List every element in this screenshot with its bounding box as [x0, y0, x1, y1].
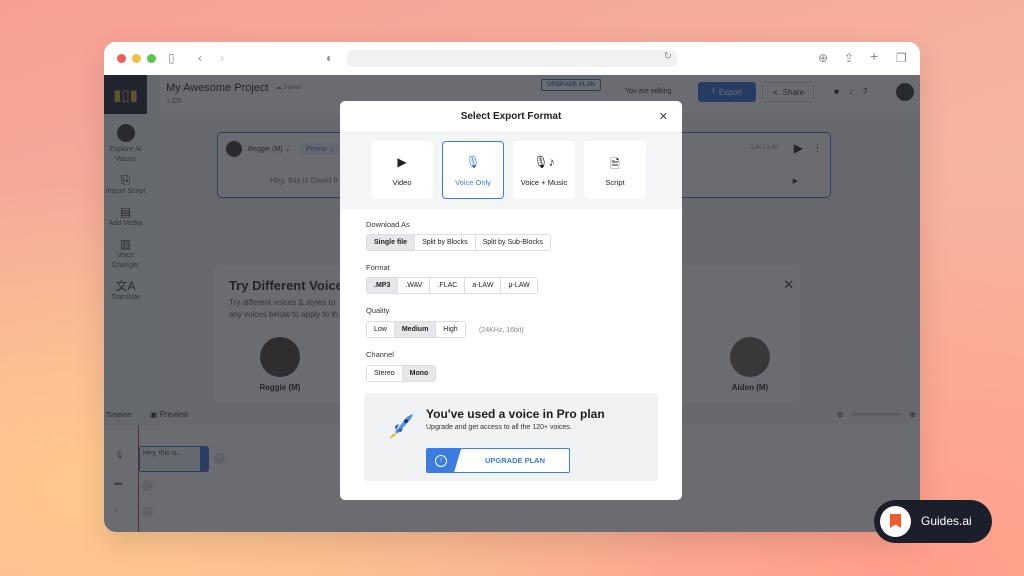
option-single-file[interactable]: Single file	[367, 235, 416, 250]
guides-watermark: Guides.ai	[874, 486, 992, 543]
download-as-selector: Single file Split by Blocks Split by Sub…	[366, 234, 551, 251]
upgrade-plan-label: UPGRADE PLAN	[484, 456, 545, 465]
privacy-icon[interactable]: ◐	[326, 51, 333, 65]
option-high[interactable]: High	[436, 322, 464, 337]
video-icon: ▶	[397, 155, 407, 169]
option-alaw[interactable]: a-LAW	[465, 278, 502, 293]
promo-subtitle: Upgrade and get access to all the 120+ v…	[426, 424, 572, 431]
option-low[interactable]: Low	[367, 322, 395, 337]
format-tiles: ▶ Video 🎙︎ Voice Only 🎙︎♪ Voice + Music …	[340, 131, 682, 209]
promo-title: You've used a voice in Pro plan	[426, 407, 605, 421]
format-selector: .MP3 .WAV .FLAC a-LAW μ-LAW	[366, 277, 538, 294]
modal-title: Select Export Format	[460, 111, 562, 122]
voice-music-icon: 🎙︎♪	[533, 155, 555, 169]
channel-selector: Stereo Mono	[366, 365, 437, 382]
close-window-button[interactable]	[117, 54, 126, 63]
url-bar[interactable]: ↻	[347, 50, 677, 67]
sidebar-icon[interactable]: ▯	[168, 51, 175, 65]
format-tile-voice-music[interactable]: 🎙︎♪ Voice + Music	[513, 141, 575, 199]
option-mono[interactable]: Mono	[402, 366, 436, 381]
format-label: Video	[392, 178, 412, 187]
option-split-blocks[interactable]: Split by Blocks	[415, 235, 476, 250]
reload-icon[interactable]: ↻	[664, 51, 672, 62]
new-tab-icon[interactable]: +	[870, 49, 878, 63]
option-mp3[interactable]: .MP3	[367, 278, 399, 293]
quality-selector: Low Medium High	[366, 321, 466, 338]
script-icon: 🗎	[610, 157, 620, 171]
format-label: Format	[366, 263, 390, 272]
browser-window: ▯ ‹ › ◐ ↻ ⊕ ⇪ + ❐ ▮▯▮ Explore AI Voices …	[104, 42, 920, 532]
format-tile-voice-only[interactable]: 🎙︎ Voice Only	[442, 141, 504, 199]
guides-text: Guides.ai	[921, 514, 972, 528]
maximize-window-button[interactable]	[147, 54, 156, 63]
mic-icon: 🎙︎	[465, 155, 481, 169]
minimize-window-button[interactable]	[132, 54, 141, 63]
upgrade-promo: You've used a voice in Pro plan Upgrade …	[364, 393, 658, 481]
format-label: Voice Only	[455, 178, 491, 187]
format-tile-video[interactable]: ▶ Video	[371, 141, 433, 199]
option-flac[interactable]: .FLAC	[430, 278, 466, 293]
format-label: Script	[605, 178, 625, 187]
arrow-up-icon: ↑	[435, 455, 447, 467]
forward-icon[interactable]: ›	[220, 51, 224, 65]
option-split-sub-blocks[interactable]: Split by Sub-Blocks	[476, 235, 550, 250]
window-controls	[117, 54, 156, 63]
close-icon[interactable]: ✕	[659, 110, 668, 123]
tabs-icon[interactable]: ❐	[896, 51, 907, 65]
quality-label: Quality	[366, 306, 390, 315]
rocket-icon	[389, 414, 413, 439]
option-wav[interactable]: .WAV	[398, 278, 431, 293]
option-medium[interactable]: Medium	[394, 322, 437, 337]
option-stereo[interactable]: Stereo	[367, 366, 403, 381]
upgrade-plan-button[interactable]: ↑ UPGRADE PLAN	[426, 448, 570, 473]
download-as-label: Download As	[366, 220, 410, 229]
browser-toolbar: ▯ ‹ › ◐ ↻ ⊕ ⇪ + ❐	[104, 42, 920, 75]
export-format-modal: Select Export Format ✕ ▶ Video 🎙︎ Voice …	[340, 101, 682, 500]
format-label: Voice + Music	[520, 178, 568, 187]
back-icon[interactable]: ‹	[198, 51, 202, 65]
bookmark-icon	[890, 514, 901, 528]
channel-label: Channel	[366, 350, 394, 359]
guides-logo	[880, 506, 911, 537]
quality-hint: (24KHz, 16bit)	[479, 327, 524, 334]
option-ulaw[interactable]: μ-LAW	[501, 278, 536, 293]
share-icon[interactable]: ⇪	[844, 51, 854, 65]
download-icon[interactable]: ⊕	[818, 51, 828, 65]
format-tile-script[interactable]: 🗎 Script	[584, 141, 646, 199]
